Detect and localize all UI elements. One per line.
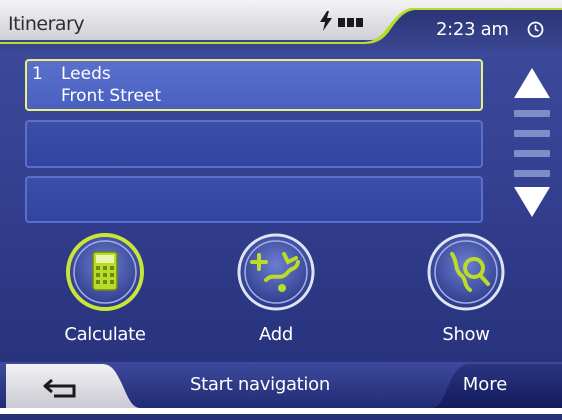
more-label: More [462, 374, 508, 395]
scroll-segment [514, 110, 550, 117]
back-button[interactable] [8, 364, 108, 408]
scroll-segment [514, 130, 550, 137]
bottom-bar: Start navigation More [0, 362, 562, 414]
window-title: Itinerary [8, 13, 85, 35]
scroll-segment [514, 150, 550, 157]
add-label: Add [259, 324, 293, 345]
itinerary-item-number: 1 [32, 64, 43, 84]
add-button[interactable]: Add [226, 232, 326, 356]
itinerary-item-street: Front Street [61, 86, 162, 106]
battery-icon [338, 18, 363, 27]
calculate-button[interactable]: Calculate [55, 232, 155, 356]
show-map-icon [427, 233, 505, 311]
title-bar: Itinerary 2:23 am [0, 0, 562, 50]
start-navigation-button[interactable]: Start navigation [150, 374, 370, 395]
triangle-up-icon[interactable] [512, 66, 552, 100]
clock-time: 2:23 am [436, 19, 509, 40]
calculator-icon [66, 233, 144, 311]
power-icon [320, 11, 332, 31]
show-button[interactable]: Show [416, 232, 516, 356]
scroll-segment [514, 170, 550, 177]
itinerary-item-3[interactable] [25, 176, 483, 223]
add-route-icon [237, 233, 315, 311]
triangle-down-icon[interactable] [512, 185, 552, 219]
itinerary-screen: Itinerary 2:23 am 1 Leeds Front Street C… [0, 0, 562, 420]
itinerary-item-1[interactable]: 1 Leeds Front Street [25, 59, 483, 111]
scroll-track[interactable] [514, 108, 550, 180]
itinerary-item-city: Leeds [61, 64, 111, 84]
itinerary-item-2[interactable] [25, 120, 483, 168]
clock-icon [527, 21, 544, 38]
more-button[interactable]: More [430, 364, 562, 408]
show-label: Show [442, 324, 490, 345]
back-arrow-icon [43, 378, 76, 398]
calculate-label: Calculate [64, 324, 146, 345]
